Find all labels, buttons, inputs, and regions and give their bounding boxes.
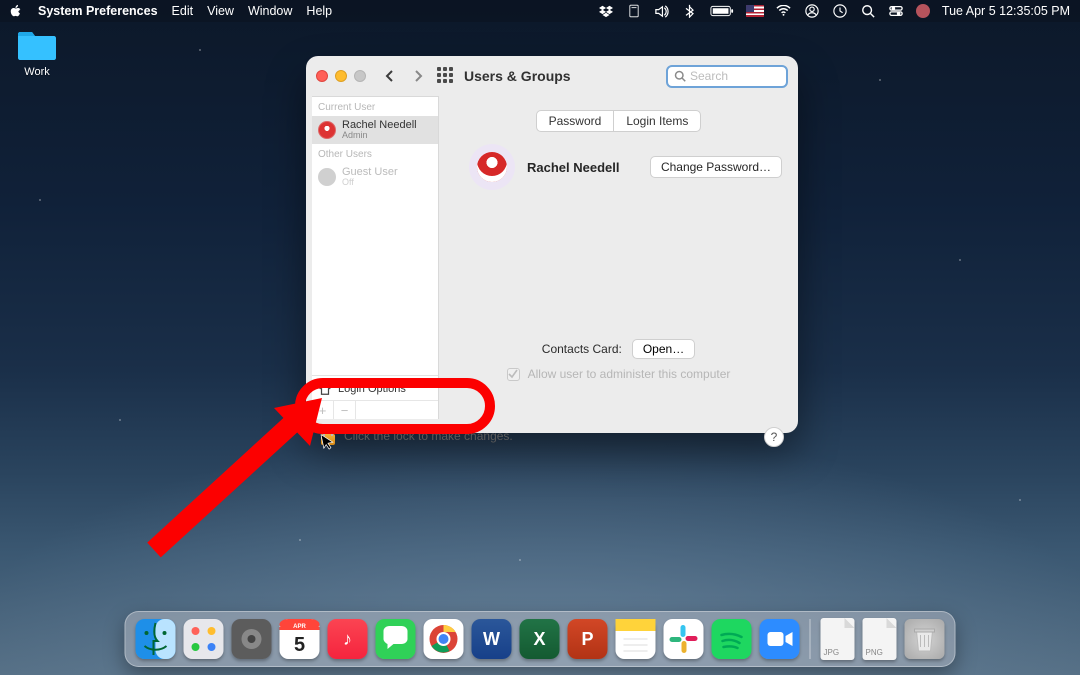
folder-label: Work — [12, 66, 62, 78]
sidebar-user-guest[interactable]: Guest User Off — [312, 163, 438, 191]
sidebar-section-current: Current User — [312, 97, 438, 116]
users-sidebar: Current User Rachel Needell Admin Other … — [312, 96, 439, 419]
dock-app-chrome[interactable] — [424, 619, 464, 659]
dock-app-zoom[interactable] — [760, 619, 800, 659]
forward-button[interactable] — [408, 66, 428, 86]
search-icon — [674, 70, 686, 82]
search-field[interactable]: Search — [666, 65, 788, 88]
dock-app-finder[interactable] — [136, 619, 176, 659]
window-titlebar: Users & Groups Search — [306, 56, 798, 96]
add-remove-bar: + − — [312, 400, 438, 419]
user-menu-icon[interactable] — [804, 3, 820, 19]
menu-edit[interactable]: Edit — [172, 4, 194, 18]
apple-menu[interactable] — [8, 3, 24, 19]
zoom-button[interactable] — [354, 70, 366, 82]
dock-app-slack[interactable] — [664, 619, 704, 659]
desktop-folder-work[interactable]: Work — [12, 28, 62, 78]
tab-segmented-control: Password Login Items — [536, 110, 702, 132]
admin-checkbox[interactable] — [507, 368, 520, 381]
user-role: Admin — [342, 131, 417, 141]
sidebar-section-other: Other Users — [312, 144, 438, 163]
profile-avatar[interactable] — [469, 144, 515, 190]
home-icon — [318, 382, 332, 396]
dock-app-word[interactable]: W — [472, 619, 512, 659]
dock-app-powerpoint[interactable]: P — [568, 619, 608, 659]
storage-icon[interactable] — [626, 3, 642, 19]
input-source-flag-icon[interactable] — [746, 5, 764, 17]
user-detail-pane: Password Login Items Rachel Needell Chan… — [439, 96, 798, 419]
menu-view[interactable]: View — [207, 4, 234, 18]
dock-document[interactable]: JPG — [821, 618, 855, 660]
sidebar-user-current[interactable]: Rachel Needell Admin — [312, 116, 438, 144]
menubar-app-name[interactable]: System Preferences — [38, 4, 158, 18]
account-avatar-icon[interactable] — [916, 4, 930, 18]
wifi-icon[interactable] — [776, 3, 792, 19]
window-title: Users & Groups — [464, 68, 571, 84]
preferences-window: Users & Groups Search Current User Rache… — [306, 56, 798, 433]
dock-app-messages[interactable] — [376, 619, 416, 659]
dock-separator — [810, 619, 811, 659]
grid-icon — [437, 67, 455, 85]
window-footer: Click the lock to make changes. ? — [306, 419, 798, 453]
login-options-row[interactable]: Login Options — [312, 375, 438, 400]
change-password-button[interactable]: Change Password… — [650, 156, 782, 178]
guest-status: Off — [342, 178, 398, 188]
add-user-button[interactable]: + — [312, 401, 334, 419]
login-options-label: Login Options — [338, 383, 406, 395]
dock-app-launchpad[interactable] — [184, 619, 224, 659]
svg-text:APR: APR — [293, 624, 306, 630]
admin-checkbox-row: Allow user to administer this computer — [439, 367, 798, 381]
tab-login-items[interactable]: Login Items — [613, 111, 700, 131]
minimize-button[interactable] — [335, 70, 347, 82]
guest-avatar-icon — [318, 168, 336, 186]
spotlight-icon[interactable] — [860, 3, 876, 19]
mushroom-avatar-icon — [477, 152, 507, 182]
annotation-arrow — [124, 390, 334, 560]
search-placeholder: Search — [690, 69, 728, 83]
clock-icon[interactable] — [832, 3, 848, 19]
bluetooth-icon[interactable] — [682, 3, 698, 19]
remove-user-button[interactable]: − — [334, 401, 356, 419]
admin-checkbox-label: Allow user to administer this computer — [528, 367, 731, 381]
menu-window[interactable]: Window — [248, 4, 292, 18]
traffic-lights — [316, 70, 366, 82]
desktop: System Preferences Edit View Window Help… — [0, 0, 1080, 675]
dock-app-spotify[interactable] — [712, 619, 752, 659]
svg-text:5: 5 — [294, 634, 305, 656]
dock-app-music[interactable]: ♪ — [328, 619, 368, 659]
dock-app-settings[interactable] — [232, 619, 272, 659]
close-button[interactable] — [316, 70, 328, 82]
profile-name: Rachel Needell — [527, 160, 620, 175]
back-button[interactable] — [380, 66, 400, 86]
show-all-button[interactable] — [436, 66, 456, 86]
help-button[interactable]: ? — [764, 427, 784, 447]
contacts-card-label: Contacts Card: — [542, 342, 622, 356]
battery-icon[interactable] — [710, 3, 734, 19]
dock-app-notes[interactable] — [616, 619, 656, 659]
folder-icon — [16, 28, 58, 62]
tab-password[interactable]: Password — [537, 111, 614, 131]
dock-trash[interactable] — [905, 619, 945, 659]
control-center-icon[interactable] — [888, 3, 904, 19]
lock-hint-text: Click the lock to make changes. — [344, 429, 513, 443]
menu-help[interactable]: Help — [306, 4, 332, 18]
dock: APR 5 ♪ WXP JPGPNG — [125, 611, 956, 667]
dock-app-excel[interactable]: X — [520, 619, 560, 659]
user-avatar-icon — [318, 121, 336, 139]
dock-app-calendar[interactable]: APR 5 — [280, 619, 320, 659]
dropbox-icon[interactable] — [598, 3, 614, 19]
contacts-open-button[interactable]: Open… — [632, 339, 695, 359]
menubar-datetime[interactable]: Tue Apr 5 12:35:05 PM — [942, 4, 1070, 18]
volume-icon[interactable] — [654, 3, 670, 19]
dock-document[interactable]: PNG — [863, 618, 897, 660]
menubar: System Preferences Edit View Window Help… — [0, 0, 1080, 22]
